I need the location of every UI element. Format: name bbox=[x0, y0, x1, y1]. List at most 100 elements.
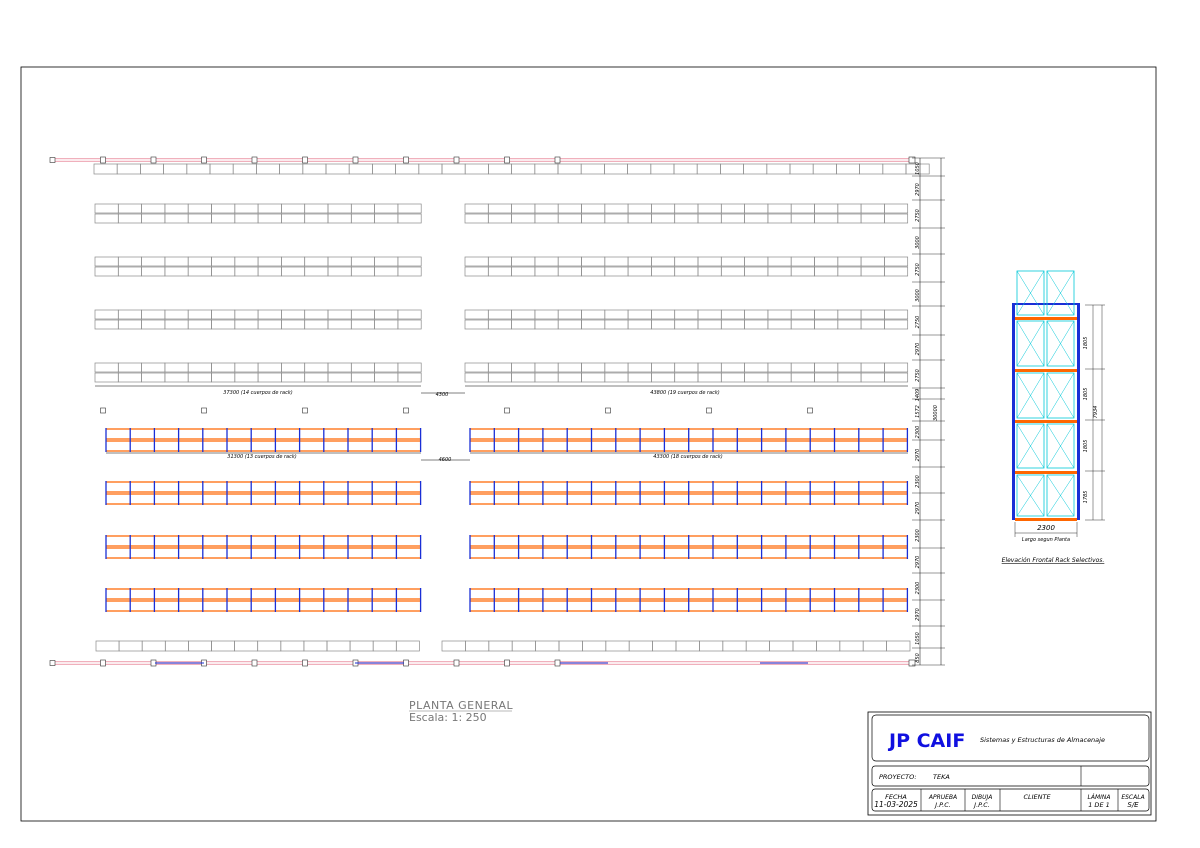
rack-bay bbox=[372, 640, 397, 652]
row-dim-label: 850 bbox=[915, 653, 921, 663]
rack-bay bbox=[674, 266, 699, 277]
rack-bay bbox=[557, 319, 582, 330]
upper-left-run-dim: 37300 (14 cuerpos de rack) bbox=[223, 390, 292, 396]
rack-bay bbox=[886, 640, 911, 652]
rack-bay bbox=[487, 256, 512, 267]
rack-bay bbox=[790, 309, 815, 320]
rack-bay bbox=[604, 372, 629, 383]
elev-width-dim: 2300 bbox=[1037, 524, 1055, 532]
rack-bay bbox=[651, 372, 676, 383]
rack-bay bbox=[767, 203, 792, 214]
rack-bay bbox=[257, 309, 282, 320]
rack-bay bbox=[581, 266, 606, 277]
rack-bay bbox=[164, 640, 189, 652]
rack-bay bbox=[652, 640, 677, 652]
rack-bay bbox=[627, 309, 652, 320]
rack-bay bbox=[117, 319, 142, 330]
row-dim-label: 1050 bbox=[915, 632, 921, 645]
elev-upright-left bbox=[1012, 305, 1015, 520]
rack-bay bbox=[141, 319, 166, 330]
rack-bay bbox=[837, 256, 862, 267]
rack-bay bbox=[581, 213, 606, 224]
rack-bay bbox=[234, 309, 259, 320]
rack-bay bbox=[816, 640, 841, 652]
rack-bay bbox=[281, 362, 306, 373]
rack-bay bbox=[350, 213, 375, 224]
rack-bay bbox=[814, 372, 839, 383]
row-dim-label: 2970 bbox=[915, 556, 921, 569]
rack-bay bbox=[837, 319, 862, 330]
rack-bay bbox=[836, 163, 860, 175]
rack-bay bbox=[211, 256, 236, 267]
rack-bay bbox=[140, 163, 164, 175]
column bbox=[201, 156, 207, 164]
rack-bay bbox=[627, 372, 652, 383]
overall-height-dim: 30000 bbox=[933, 405, 939, 421]
column bbox=[49, 157, 56, 163]
rack-bay bbox=[395, 163, 420, 175]
rack-bay bbox=[327, 362, 352, 373]
fecha-value: 11-03-2025 bbox=[874, 800, 918, 809]
elev-beam bbox=[1015, 420, 1077, 423]
rack-bay bbox=[769, 640, 794, 652]
column bbox=[504, 407, 510, 414]
dibuja-value: J.P.C. bbox=[972, 801, 990, 809]
rack-bay bbox=[557, 372, 582, 383]
rack-bay bbox=[209, 163, 234, 175]
rack-bay bbox=[187, 266, 212, 277]
rack-bay bbox=[697, 319, 722, 330]
rack-bay bbox=[464, 256, 489, 267]
column bbox=[504, 659, 510, 667]
rack-bay bbox=[627, 362, 652, 373]
rack-bay bbox=[397, 362, 422, 373]
rack-bay bbox=[884, 266, 909, 277]
rack-bay bbox=[651, 319, 676, 330]
column bbox=[201, 407, 207, 414]
rack-bay bbox=[141, 362, 166, 373]
elev-beam bbox=[1015, 518, 1077, 521]
rack-bay bbox=[187, 372, 212, 383]
rack-bay bbox=[234, 266, 259, 277]
rack-bay bbox=[117, 309, 142, 320]
plan-scale: Escala: 1: 250 bbox=[409, 711, 487, 724]
rack-bay bbox=[302, 163, 327, 175]
rack-bay bbox=[163, 163, 188, 175]
rack-bay bbox=[557, 163, 582, 175]
rack-bay bbox=[627, 203, 652, 214]
rack-bay bbox=[187, 362, 212, 373]
rack-bay bbox=[604, 309, 629, 320]
column bbox=[100, 407, 106, 414]
rack-bay bbox=[94, 256, 119, 267]
rack-bay bbox=[372, 163, 396, 175]
rack-bay bbox=[397, 266, 422, 277]
rack-bay bbox=[837, 372, 862, 383]
rack-bay bbox=[790, 266, 815, 277]
rack-bay bbox=[187, 256, 212, 267]
rack-bay bbox=[211, 640, 235, 652]
rack-bay bbox=[397, 256, 422, 267]
rack-bay bbox=[744, 213, 769, 224]
rack-bay bbox=[234, 319, 259, 330]
rack-bay bbox=[117, 203, 142, 214]
rack-bay bbox=[882, 163, 907, 175]
rack-bay bbox=[211, 362, 236, 373]
floor-plan bbox=[49, 156, 930, 667]
rack-bay bbox=[234, 203, 259, 214]
rack-bay bbox=[350, 372, 375, 383]
rack-bay bbox=[141, 256, 166, 267]
rack-bay bbox=[464, 362, 489, 373]
rack-bay bbox=[790, 213, 815, 224]
rack-bay bbox=[94, 372, 119, 383]
rack-bay bbox=[511, 319, 536, 330]
rack-bay bbox=[511, 266, 536, 277]
rack-bay bbox=[605, 640, 630, 652]
row-dim-label: 2970 bbox=[915, 449, 921, 462]
row-dim-label: 2300 bbox=[915, 529, 921, 542]
rack-bay bbox=[884, 362, 909, 373]
rack-bay bbox=[674, 309, 699, 320]
rack-bay bbox=[557, 266, 582, 277]
rack-bay bbox=[557, 256, 582, 267]
rack-bay bbox=[534, 163, 559, 175]
cad-drawing: 37300 (14 cuerpos de rack) 4300 43800 (1… bbox=[20, 66, 1157, 822]
rack-bay bbox=[720, 256, 745, 267]
